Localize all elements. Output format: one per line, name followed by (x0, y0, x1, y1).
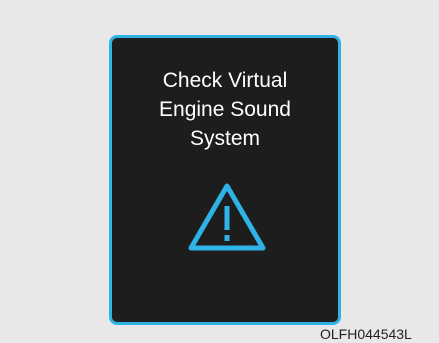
warning-triangle-icon (188, 183, 266, 251)
figure-code: OLFH044543L (320, 326, 412, 342)
warning-message-line-3: System (189, 127, 260, 150)
warning-message-line-1: Check Virtual (162, 69, 288, 92)
warning-message-line-2: Engine Sound (159, 98, 291, 121)
cluster-warning-display: Check Virtual Engine Sound System (109, 35, 341, 325)
warning-message: Check Virtual Engine Sound System (112, 66, 338, 153)
